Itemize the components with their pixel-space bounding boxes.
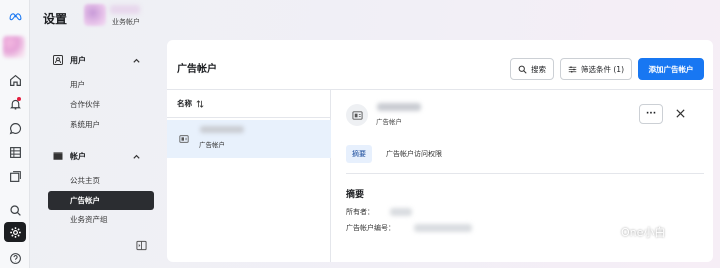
accounts-group-icon: [53, 152, 63, 160]
chevron-up-icon[interactable]: [132, 56, 141, 65]
name-column-label: 名称: [177, 99, 192, 108]
filter-sliders-icon: [568, 65, 577, 73]
detail-divider: [346, 173, 704, 174]
list-divider: [167, 117, 331, 118]
nav-item-ad-accounts[interactable]: 广告帐户: [48, 191, 154, 210]
business-name-redacted: [110, 5, 140, 14]
business-avatar[interactable]: [84, 4, 106, 26]
search-button[interactable]: 搜索: [510, 58, 554, 80]
tab-ad-account-access[interactable]: 广告帐户访问权限: [380, 145, 448, 163]
nav-item-partners[interactable]: 合作伙伴: [70, 99, 100, 110]
meta-logo-icon[interactable]: [4, 6, 26, 26]
filter-button[interactable]: 筛选条件 (1): [560, 58, 632, 80]
table-row[interactable]: 广告帐户: [167, 120, 331, 158]
nav-item-pages[interactable]: 公共主页: [70, 175, 100, 186]
account-id-value-redacted: [414, 224, 472, 232]
nav-item-system-users[interactable]: 系统用户: [70, 119, 100, 130]
ad-account-icon: [351, 110, 363, 120]
business-account-label: 业务帐户: [112, 18, 140, 26]
row-account-type: 广告帐户: [199, 141, 225, 149]
icon-rail: [0, 0, 30, 268]
ad-account-icon: [179, 135, 189, 143]
watermark: One小白: [597, 224, 665, 240]
nav-group-accounts[interactable]: 帐户: [52, 150, 86, 162]
nav-group-users[interactable]: 用户: [52, 54, 86, 66]
home-icon[interactable]: [4, 70, 26, 90]
panel-title: 广告帐户: [177, 64, 217, 75]
collapse-sidebar-icon[interactable]: [136, 240, 147, 251]
owner-label: 所有者：: [346, 208, 374, 216]
tab-summary[interactable]: 摘要: [346, 145, 372, 163]
detail-account-type: 广告帐户: [376, 118, 402, 126]
nav-item-business-asset-groups[interactable]: 业务资产组: [70, 214, 108, 225]
account-id-label: 广告帐户编号：: [346, 224, 395, 232]
account-name-redacted: [200, 126, 244, 133]
summary-section-title: 摘要: [346, 190, 365, 200]
page-title: 设置: [43, 12, 68, 26]
more-options-button[interactable]: ···: [639, 104, 663, 124]
table-icon[interactable]: [4, 142, 26, 162]
nav-group-accounts-label: 帐户: [70, 151, 86, 161]
settings-gear-icon[interactable]: [4, 222, 26, 242]
search-icon[interactable]: [4, 200, 26, 220]
name-column-header[interactable]: 名称: [177, 98, 204, 109]
pages-icon[interactable]: [4, 166, 26, 186]
sort-icon: [196, 99, 204, 108]
nav-group-users-label: 用户: [70, 55, 86, 65]
search-icon: [518, 65, 527, 74]
notification-dot: [17, 97, 21, 101]
chevron-up-icon[interactable]: [132, 152, 141, 161]
users-group-icon: [53, 55, 63, 65]
watermark-text: One小白: [621, 226, 666, 239]
user-avatar[interactable]: [3, 36, 25, 58]
notification-bell-icon[interactable]: [4, 94, 26, 114]
close-icon[interactable]: [675, 108, 686, 119]
search-button-label: 搜索: [531, 64, 546, 74]
detail-account-avatar: [346, 104, 368, 126]
nav-item-users[interactable]: 用户: [70, 79, 85, 90]
owner-value-redacted: [390, 208, 412, 216]
filter-button-label: 筛选条件 (1): [580, 64, 624, 74]
add-ad-account-button[interactable]: 添加广告帐户: [638, 58, 704, 80]
detail-name-redacted: [377, 103, 421, 111]
messages-icon[interactable]: [4, 118, 26, 138]
help-icon[interactable]: [4, 248, 26, 268]
account-list: 名称 广告帐户: [167, 90, 331, 262]
wechat-logo-icon: [598, 226, 616, 239]
